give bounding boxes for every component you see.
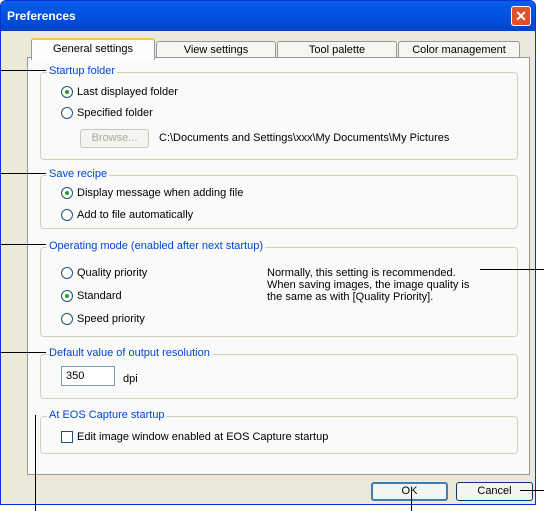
mode-description-line-1: Normally, this setting is recommended. <box>267 267 456 279</box>
tab-label: General settings <box>52 43 134 55</box>
title-bar[interactable]: Preferences ✕ <box>1 1 535 31</box>
radio-label: Specified folder <box>77 107 153 119</box>
checkbox-unchecked-indicator <box>61 431 73 443</box>
callout-line-startup-folder <box>0 70 46 71</box>
ok-button[interactable]: OK <box>371 482 448 501</box>
save-recipe-group: Save recipe Display message when adding … <box>40 168 518 229</box>
callout-line-eos-capture <box>35 415 36 511</box>
resolution-input[interactable]: 350 <box>61 366 115 386</box>
startup-folder-group: Startup folder Last displayed folder Spe… <box>40 65 518 160</box>
cancel-button[interactable]: Cancel <box>456 482 533 501</box>
tab-general-settings[interactable]: General settings <box>31 38 155 60</box>
radio-label: Quality priority <box>77 267 148 279</box>
radio-speed-priority[interactable]: Speed priority <box>61 313 145 325</box>
checkbox-label: Edit image window enabled at EOS Capture… <box>77 431 329 443</box>
radio-selected-indicator <box>61 187 73 199</box>
radio-selected-indicator <box>61 86 73 98</box>
tab-label: View settings <box>183 44 249 56</box>
general-settings-panel: Startup folder Last displayed folder Spe… <box>27 57 530 475</box>
browse-button[interactable]: Browse... <box>80 129 149 148</box>
specified-folder-path: C:\Documents and Settings\xxx\My Documen… <box>159 132 450 144</box>
checkbox-edit-image-window[interactable]: Edit image window enabled at EOS Capture… <box>61 431 328 443</box>
radio-display-message[interactable]: Display message when adding file <box>61 187 243 199</box>
radio-label: Add to file automatically <box>77 209 194 221</box>
radio-label: Display message when adding file <box>77 187 244 199</box>
radio-label: Last displayed folder <box>77 86 178 98</box>
mode-description-line-3: the same as with [Quality Priority]. <box>267 291 434 303</box>
tab-label: Color management <box>412 44 506 56</box>
radio-unselected-indicator <box>61 267 73 279</box>
output-resolution-group: Default value of output resolution 350 d… <box>40 347 518 399</box>
radio-label: Speed priority <box>77 313 145 325</box>
preferences-window: Preferences ✕ General settings View sett… <box>0 0 536 505</box>
radio-quality-priority[interactable]: Quality priority <box>61 267 147 279</box>
operating-mode-legend: Operating mode (enabled after next start… <box>47 240 266 252</box>
tab-label: Tool palette <box>308 44 366 56</box>
close-button[interactable]: ✕ <box>511 6 531 26</box>
window-title: Preferences <box>7 9 76 23</box>
save-recipe-legend: Save recipe <box>47 168 110 180</box>
callout-line-operating-mode <box>0 244 46 245</box>
radio-selected-indicator <box>61 290 73 302</box>
callout-line-mode-description <box>480 269 544 270</box>
eos-capture-legend: At EOS Capture startup <box>47 409 167 421</box>
radio-specified-folder[interactable]: Specified folder <box>61 107 153 119</box>
callout-line-ok <box>411 492 412 511</box>
radio-unselected-indicator <box>61 209 73 221</box>
radio-label: Standard <box>77 290 122 302</box>
radio-unselected-indicator <box>61 107 73 119</box>
callout-line-save-recipe <box>0 173 46 174</box>
operating-mode-group: Operating mode (enabled after next start… <box>40 240 518 337</box>
callout-line-output-resolution <box>0 352 46 353</box>
resolution-unit: dpi <box>123 373 138 385</box>
radio-last-displayed-folder[interactable]: Last displayed folder <box>61 86 178 98</box>
output-resolution-legend: Default value of output resolution <box>47 347 212 359</box>
startup-folder-legend: Startup folder <box>47 65 118 77</box>
radio-unselected-indicator <box>61 313 73 325</box>
radio-add-automatically[interactable]: Add to file automatically <box>61 209 193 221</box>
eos-capture-group: At EOS Capture startup Edit image window… <box>40 409 518 454</box>
callout-line-cancel <box>520 490 544 491</box>
radio-standard[interactable]: Standard <box>61 290 122 302</box>
mode-description-line-2: When saving images, the image quality is <box>267 279 470 291</box>
